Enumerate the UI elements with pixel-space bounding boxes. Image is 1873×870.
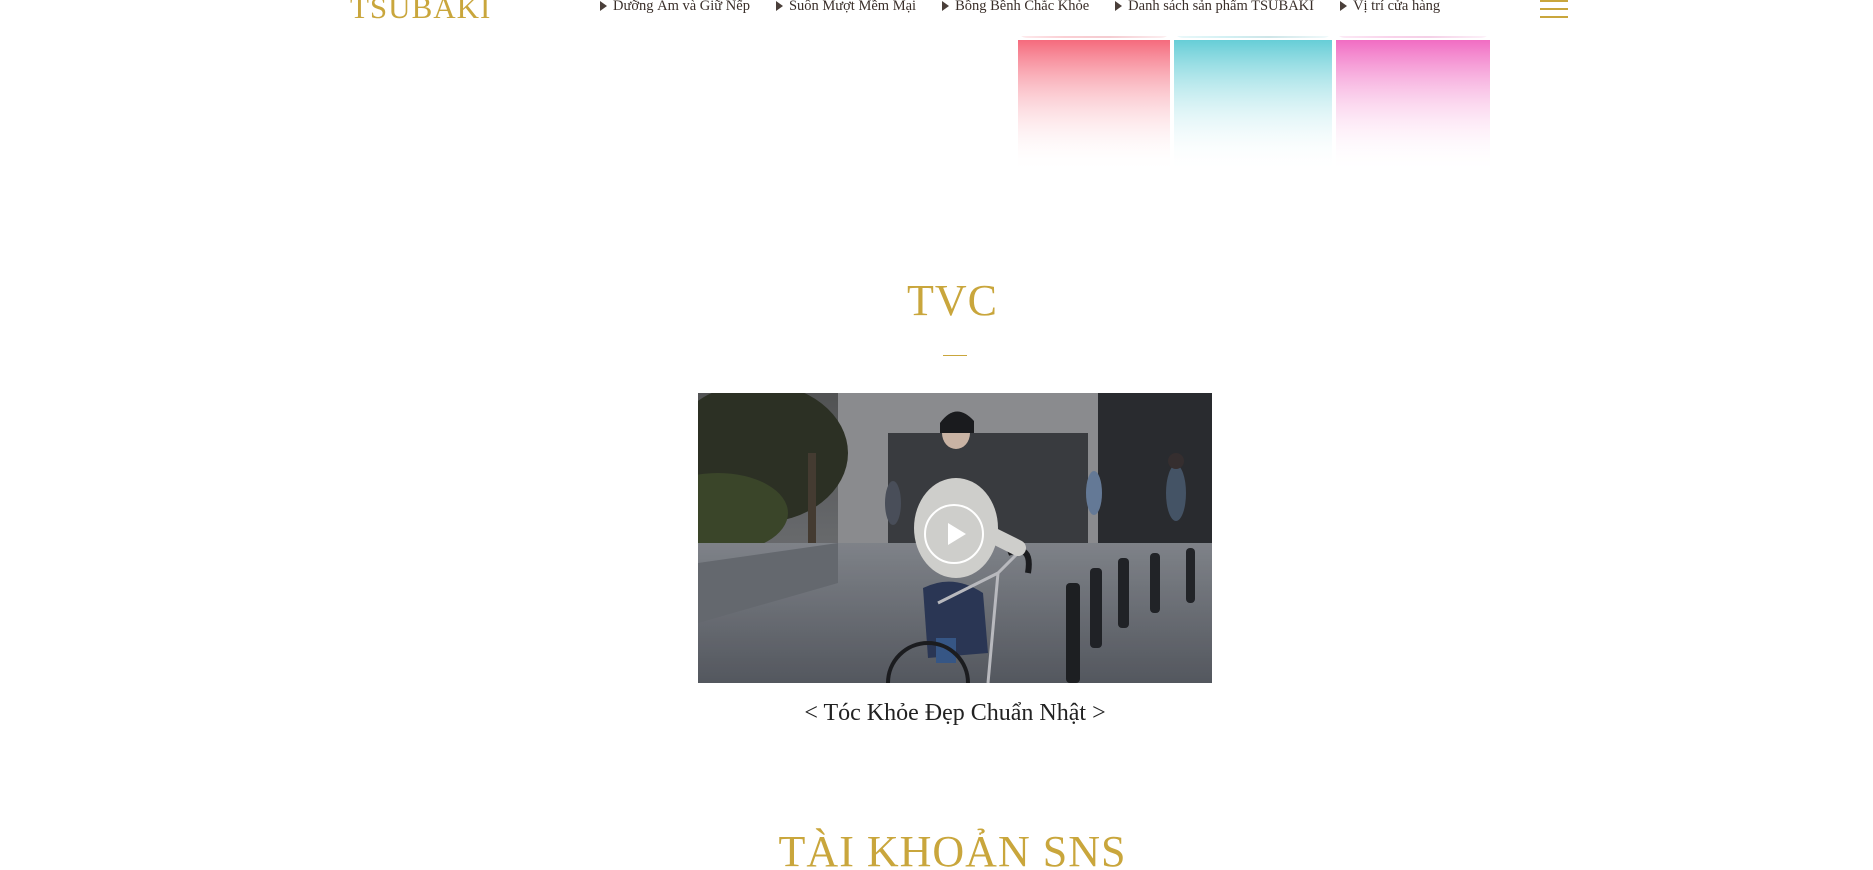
nav-item-vi-tri-cua-hang[interactable]: Vị trí cửa hàng bbox=[1339, 0, 1441, 16]
triangle-right-icon bbox=[1115, 1, 1123, 11]
site-header: TSUBAKI Dưỡng Ẩm và Giữ Nếp Suôn Mượt Mề… bbox=[0, 0, 1873, 36]
main-nav: Dưỡng Ẩm và Giữ Nếp Suôn Mượt Mềm Mại Bồ… bbox=[600, 0, 1440, 16]
nav-item-danh-sach-san-pham[interactable]: Danh sách sản phẩm TSUBAKI bbox=[1115, 0, 1314, 16]
tvc-title: TVC bbox=[907, 276, 998, 325]
nav-item-label: Dưỡng Ẩm và Giữ Nếp bbox=[613, 0, 750, 14]
section-divider bbox=[943, 355, 967, 356]
video-caption: < Tóc Khỏe Đẹp Chuẩn Nhật > bbox=[804, 700, 1106, 726]
nav-item-bong-benh[interactable]: Bồng Bềnh Chắc Khỏe bbox=[942, 0, 1089, 16]
page: TSUBAKI Dưỡng Ẩm và Giữ Nếp Suôn Mượt Mề… bbox=[0, 0, 1873, 870]
nav-item-suon-muot[interactable]: Suôn Mượt Mềm Mại bbox=[775, 0, 917, 16]
logo[interactable]: TSUBAKI bbox=[350, 0, 491, 28]
hamburger-icon[interactable] bbox=[1540, 0, 1568, 18]
sns-title: TÀI KHOẢN SNS bbox=[778, 827, 1127, 870]
nav-item-label: Danh sách sản phẩm TSUBAKI bbox=[1128, 0, 1314, 14]
nav-item-label: Vị trí cửa hàng bbox=[1352, 0, 1441, 14]
triangle-right-icon bbox=[600, 1, 607, 11]
nav-item-label: Suôn Mượt Mềm Mại bbox=[788, 0, 917, 14]
triangle-right-icon bbox=[1339, 1, 1347, 11]
tvc-video-player[interactable] bbox=[698, 393, 1212, 683]
nav-item-duong-am[interactable]: Dưỡng Ẩm và Giữ Nếp bbox=[600, 0, 750, 16]
triangle-right-icon bbox=[942, 1, 950, 11]
nav-item-label: Bồng Bềnh Chắc Khỏe bbox=[955, 0, 1090, 14]
play-icon[interactable] bbox=[924, 504, 984, 564]
triangle-right-icon bbox=[775, 1, 783, 11]
